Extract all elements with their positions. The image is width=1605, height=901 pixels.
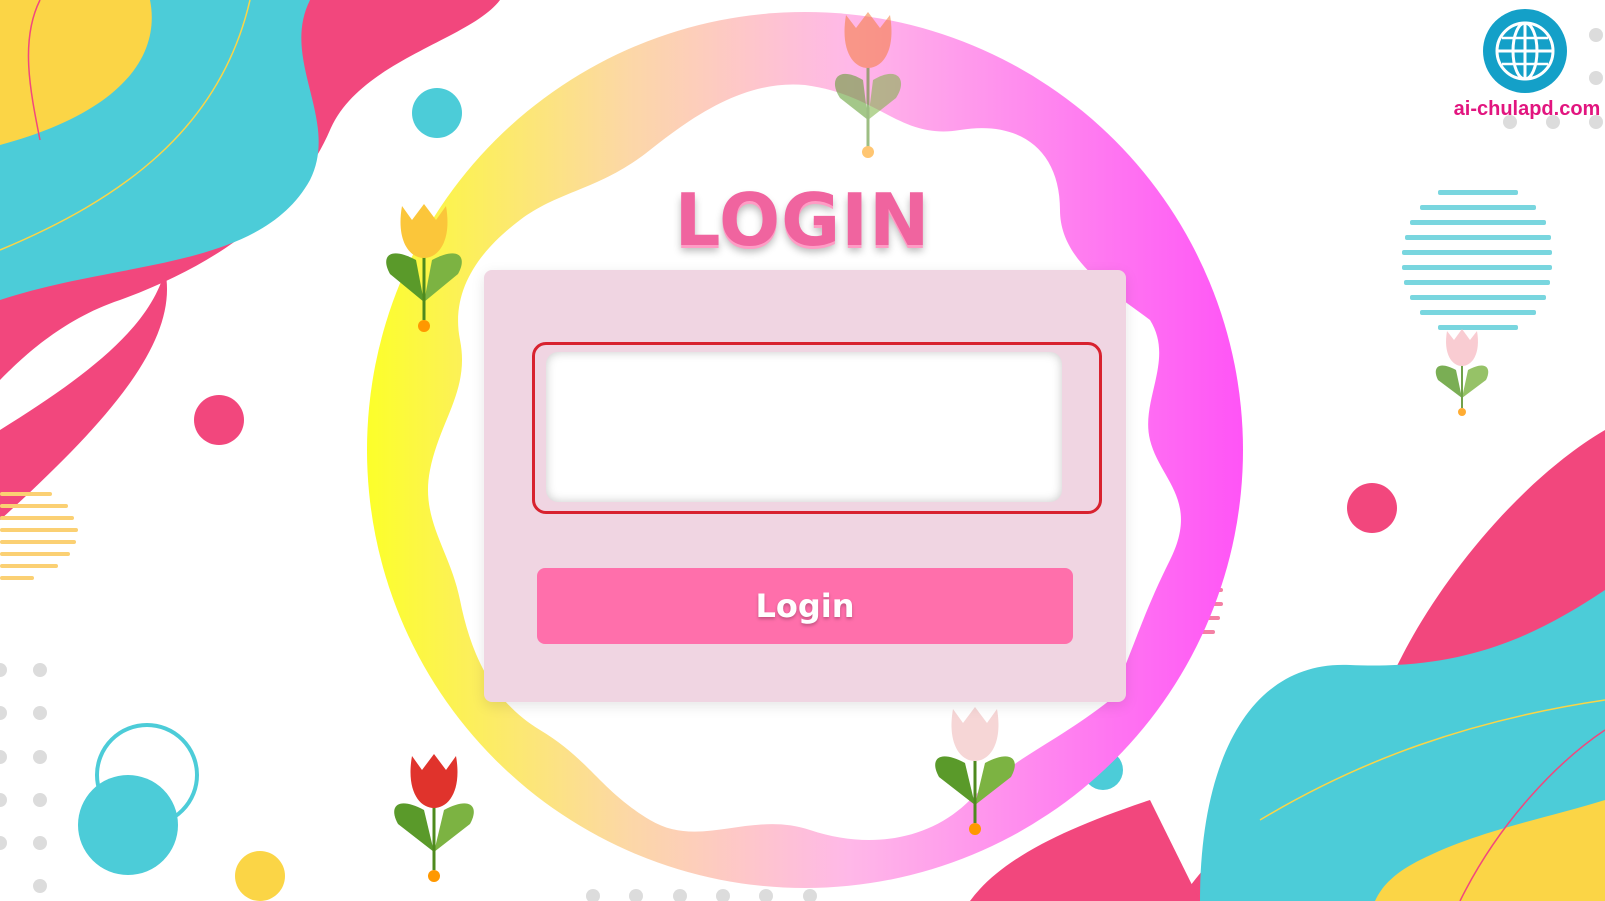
dot-row-bottom [586, 889, 817, 901]
pink-dot [194, 395, 244, 445]
login-card: Login [484, 270, 1126, 702]
yellow-dot [235, 851, 285, 901]
pink-dot-right [1347, 483, 1397, 533]
login-button[interactable]: Login [537, 568, 1073, 644]
tulip-icon [394, 754, 474, 882]
teal-dot [412, 88, 462, 138]
password-field-wrapper [532, 342, 1102, 514]
striped-circle-left [0, 492, 78, 580]
dot-grid-left [0, 663, 47, 893]
site-url: ai-chulapd.com [1453, 98, 1601, 120]
tulip-icon [1435, 329, 1489, 416]
teal-circle [78, 775, 178, 875]
password-input[interactable] [546, 352, 1062, 502]
page-title: LOGIN [674, 178, 931, 262]
globe-icon [1483, 9, 1567, 93]
